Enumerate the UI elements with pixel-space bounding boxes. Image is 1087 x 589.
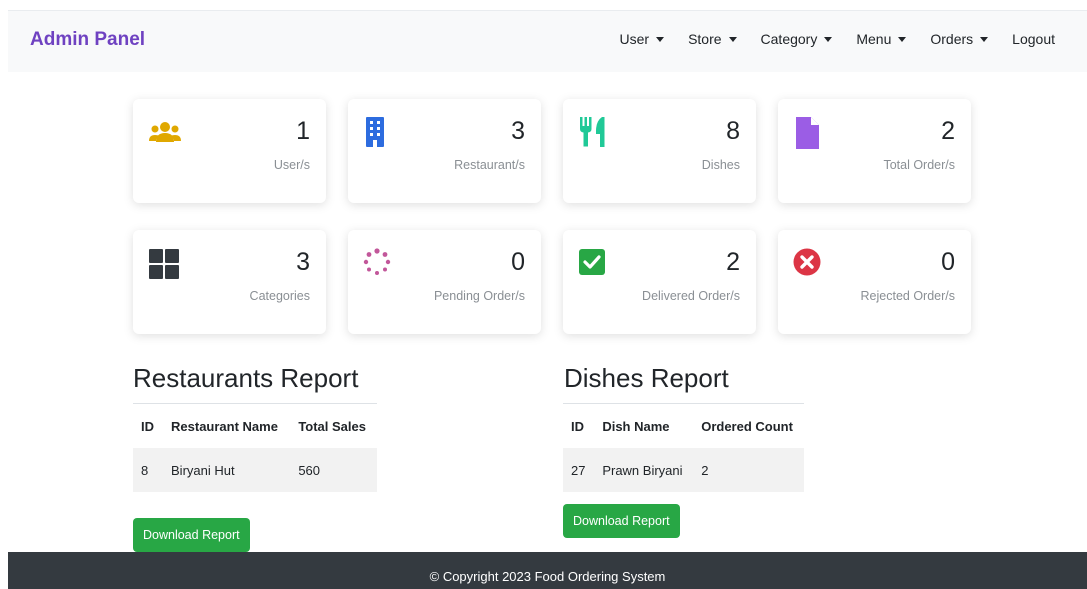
rejected-orders-label: Rejected Order/s (860, 289, 955, 303)
pending-orders-label: Pending Order/s (433, 289, 525, 303)
delivered-orders-label: Delivered Order/s (642, 289, 740, 303)
nav-orders-dropdown[interactable]: Orders (930, 31, 989, 47)
nav-user-dropdown[interactable]: User (620, 31, 665, 47)
nav-category-label: Category (760, 31, 818, 47)
cell-ordered-count: 2 (693, 448, 804, 492)
cell-total-sales: 560 (290, 448, 377, 492)
footer: © Copyright 2023 Food Ordering System (8, 552, 1087, 589)
spinner-icon (363, 248, 391, 275)
dishes-report-title: Dishes Report (564, 363, 729, 393)
restaurants-report-table: ID Restaurant Name Total Sales 8 Biryani… (133, 404, 377, 492)
dishes-report-table: ID Dish Name Ordered Count 27 Prawn Biry… (563, 404, 804, 492)
users-icon (149, 122, 181, 142)
stat-card-rejected-orders: 0 Rejected Order/s (778, 230, 971, 334)
table-row: 8 Biryani Hut 560 (133, 448, 377, 492)
pending-orders-count: 0 (511, 248, 525, 276)
stat-card-restaurants: 3 Restaurant/s (348, 99, 541, 203)
stat-card-total-orders: 2 Total Order/s (778, 99, 971, 203)
total-orders-count: 2 (941, 117, 955, 145)
file-icon (796, 117, 819, 149)
total-orders-label: Total Order/s (883, 158, 955, 172)
nav-orders-label: Orders (930, 31, 974, 47)
restaurants-count: 3 (511, 117, 525, 145)
nav-category-dropdown[interactable]: Category (761, 31, 833, 47)
navbar: Admin Panel User Store Category Menu Ord… (8, 10, 1087, 72)
categories-label: Categories (249, 289, 310, 303)
stat-card-users: 1 User/s (133, 99, 326, 203)
column-header-total-sales: Total Sales (298, 418, 366, 434)
cell-id: 27 (563, 448, 595, 492)
check-square-icon (579, 249, 605, 275)
categories-count: 3 (296, 248, 310, 276)
users-count: 1 (296, 117, 310, 145)
caret-down-icon (824, 37, 833, 42)
nav-menu: User Store Category Menu Orders Logout (596, 31, 1056, 47)
nav-store-label: Store (688, 31, 722, 47)
dishes-count: 8 (726, 117, 740, 145)
nav-logout-link[interactable]: Logout (1012, 31, 1055, 47)
rejected-orders-count: 0 (941, 248, 955, 276)
grid-icon (149, 249, 179, 279)
column-header-dish-name: Dish Name (602, 418, 670, 434)
column-header-id: ID (141, 418, 154, 434)
table-header-row: ID Dish Name Ordered Count (563, 404, 804, 448)
restaurants-report-title: Restaurants Report (133, 363, 359, 393)
stat-card-categories: 3 Categories (133, 230, 326, 334)
table-row: 27 Prawn Biryani 2 (563, 448, 804, 492)
nav-store-dropdown[interactable]: Store (688, 31, 737, 47)
column-header-restaurant-name: Restaurant Name (171, 418, 278, 434)
caret-down-icon (980, 37, 989, 42)
cell-restaurant-name: Biryani Hut (163, 448, 291, 492)
building-icon (366, 117, 384, 147)
stat-card-pending-orders: 0 Pending Order/s (348, 230, 541, 334)
cell-id: 8 (133, 448, 164, 492)
delivered-orders-count: 2 (726, 248, 740, 276)
download-dishes-report-button[interactable]: Download Report (563, 504, 680, 538)
nav-user-label: User (619, 31, 650, 47)
users-label: User/s (273, 158, 310, 172)
times-circle-icon (793, 248, 821, 276)
download-restaurants-report-button[interactable]: Download Report (133, 518, 250, 552)
caret-down-icon (656, 37, 665, 42)
restaurants-label: Restaurant/s (454, 158, 525, 172)
brand-title[interactable]: Admin Panel (30, 29, 145, 51)
copyright-text: © Copyright 2023 Food Ordering System (429, 569, 666, 584)
nav-menu-label: Menu (856, 31, 892, 47)
caret-down-icon (728, 37, 737, 42)
stat-card-dishes: 8 Dishes (563, 99, 756, 203)
utensils-icon (580, 117, 605, 147)
column-header-ordered-count: Ordered Count (701, 418, 793, 434)
table-header-row: ID Restaurant Name Total Sales (133, 404, 377, 448)
column-header-id: ID (571, 418, 584, 434)
cell-dish-name: Prawn Biryani (594, 448, 694, 492)
nav-menu-dropdown[interactable]: Menu (856, 31, 907, 47)
caret-down-icon (898, 37, 907, 42)
stat-card-delivered-orders: 2 Delivered Order/s (563, 230, 756, 334)
dishes-label: Dishes (701, 158, 740, 172)
